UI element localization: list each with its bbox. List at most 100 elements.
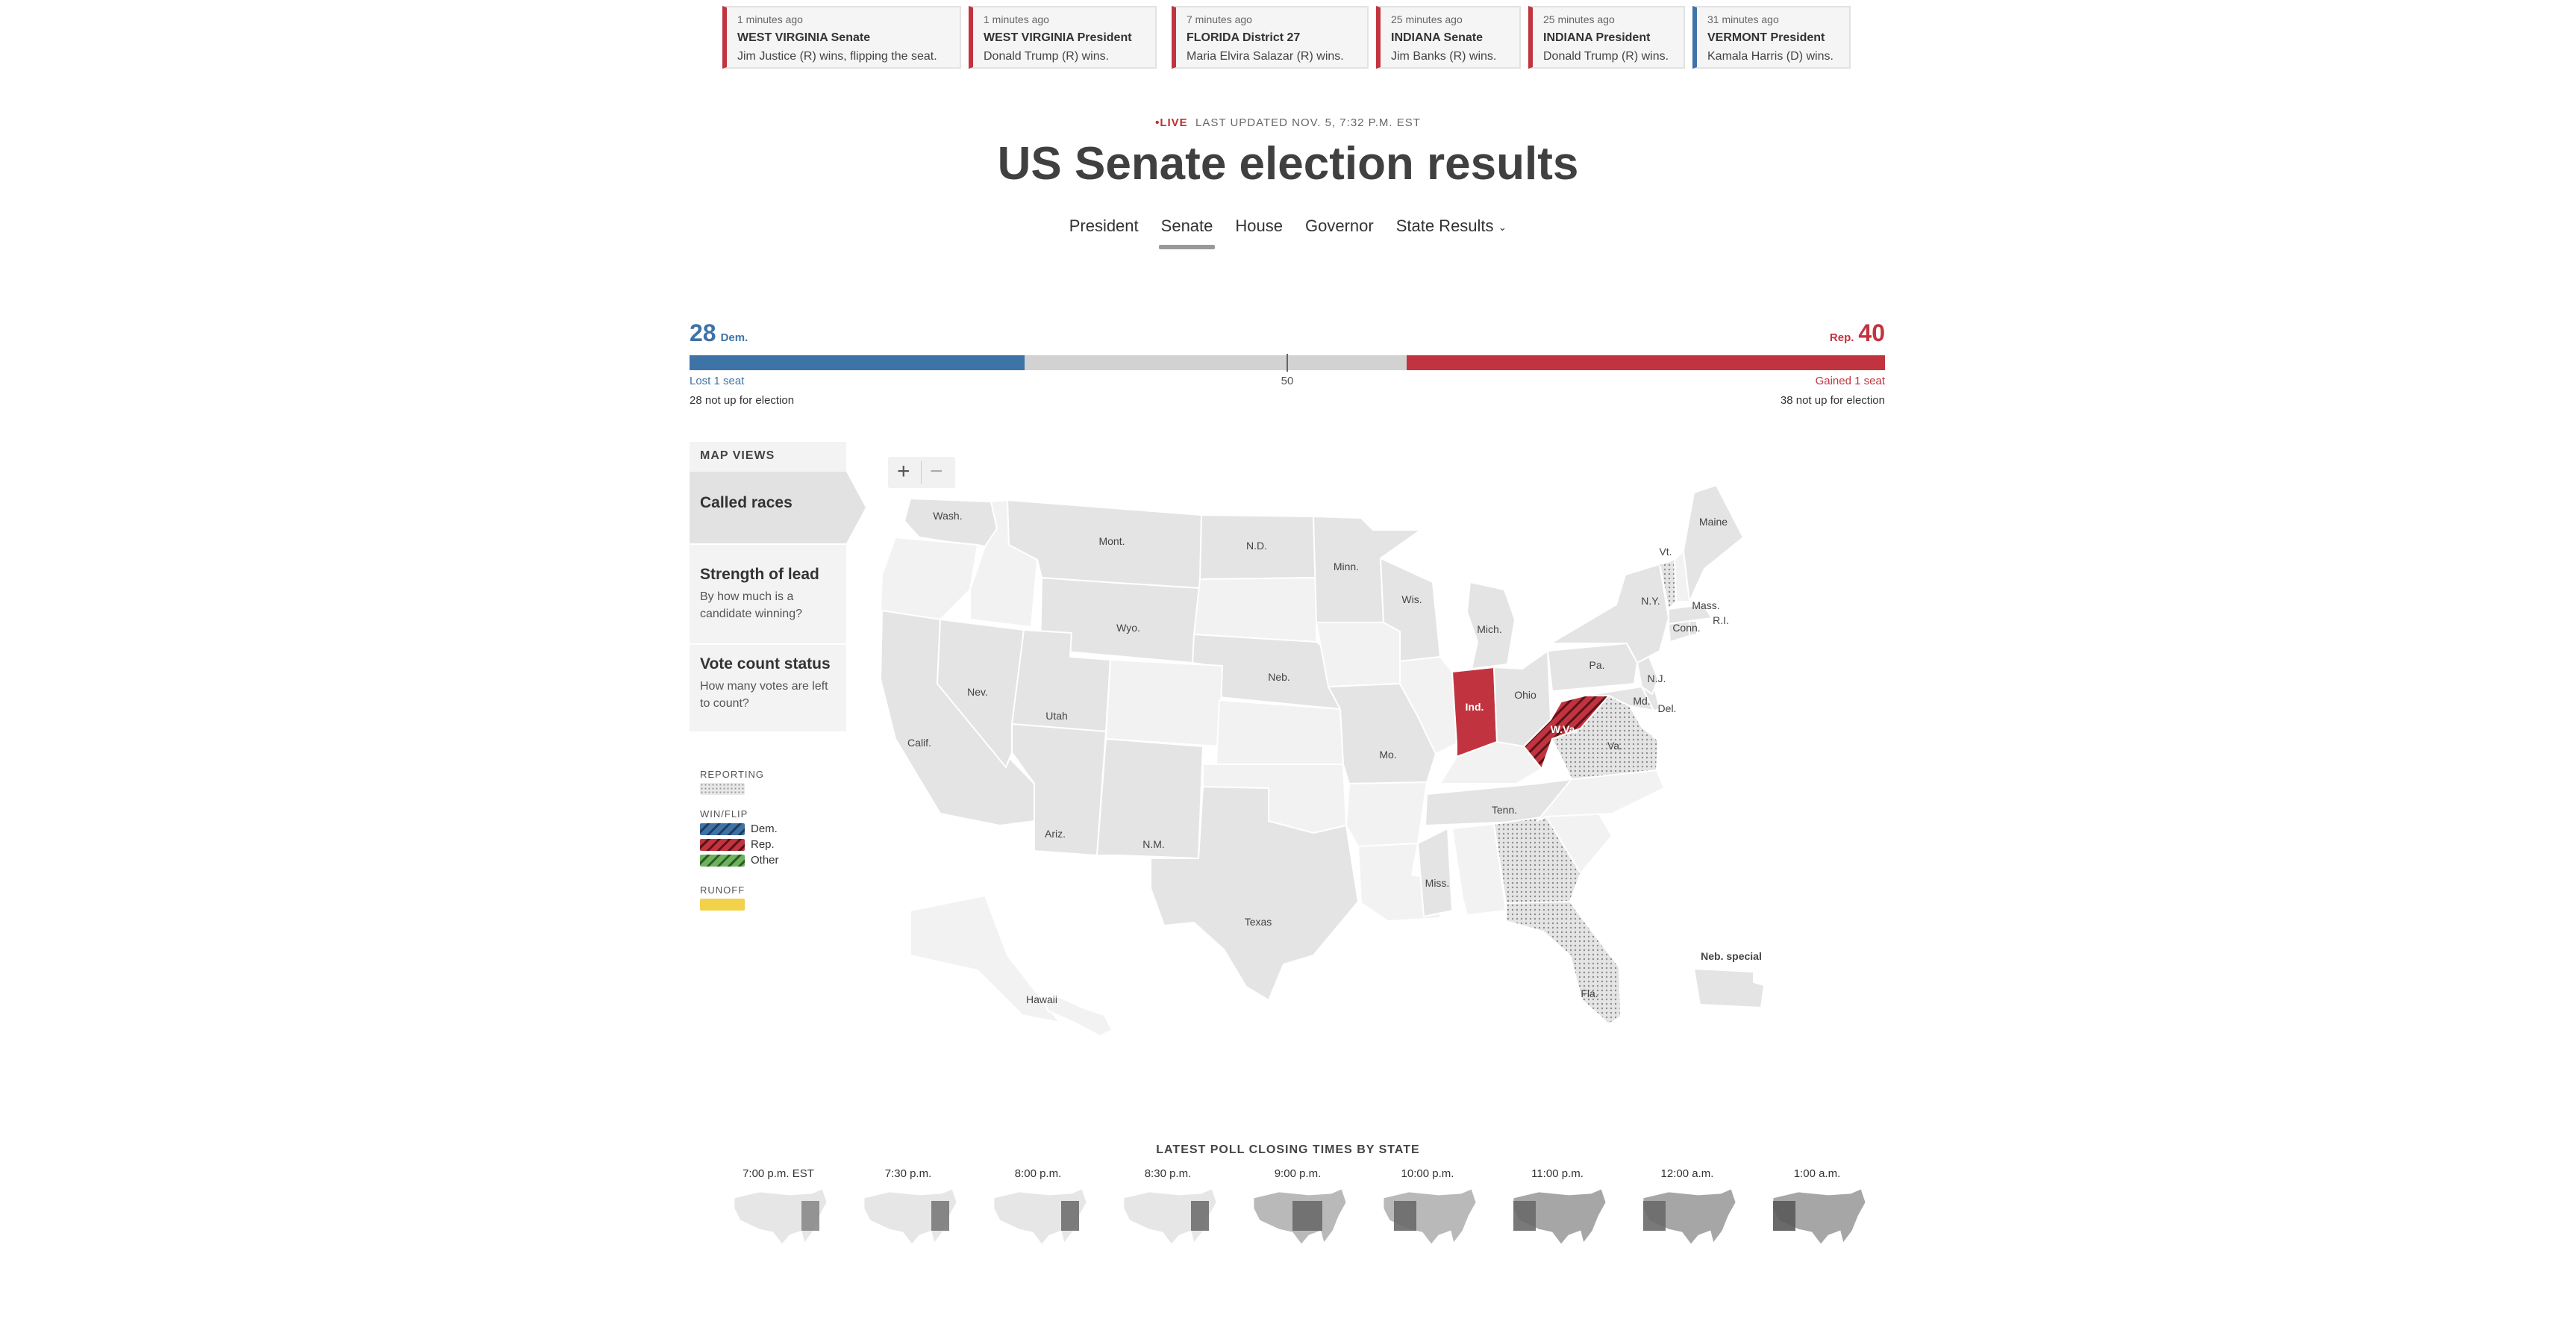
state-label-ne: Neb.: [1268, 671, 1290, 683]
tab-governor[interactable]: Governor: [1294, 216, 1385, 249]
ticker-time: 31 minutes ago: [1707, 13, 1779, 25]
state-ms[interactable]: [1417, 828, 1453, 917]
poll-time: 7:00 p.m. EST: [743, 1167, 814, 1180]
state-ia[interactable]: [1316, 622, 1401, 687]
state-label-md: Md.: [1633, 695, 1650, 707]
rep-not-up: 38 not up for election: [1780, 394, 1885, 407]
state-label-pa: Pa.: [1589, 659, 1604, 671]
poll-mini-map: [1642, 1188, 1736, 1245]
poll-closing-item[interactable]: 9:00 p.m.: [1242, 1167, 1354, 1252]
state-label-de: Del.: [1658, 702, 1677, 714]
poll-time: 11:00 p.m.: [1531, 1167, 1584, 1180]
legend-dem-label: Dem.: [751, 823, 778, 835]
poll-closing-item[interactable]: 1:00 a.m.: [1761, 1167, 1873, 1252]
view-title: Called races: [700, 494, 793, 511]
poll-mini-map: [734, 1188, 828, 1245]
dem-party-label: Dem.: [720, 331, 748, 344]
state-label-mo: Mo.: [1379, 749, 1396, 761]
divider: [921, 461, 922, 484]
ticker-title: VERMONT President: [1707, 31, 1825, 44]
view-title: Strength of lead: [700, 566, 819, 583]
tab-senate[interactable]: Senate: [1150, 216, 1225, 249]
state-nebsp[interactable]: [1693, 968, 1765, 1008]
state-label-wi: Wis.: [1401, 593, 1422, 605]
ticker-time: 7 minutes ago: [1187, 13, 1252, 25]
rep-swatch: [700, 838, 745, 851]
poll-mini-map: [1383, 1188, 1477, 1245]
map-legend: REPORTING WIN/FLIP Dem. Rep. Other RUNOF…: [700, 769, 834, 911]
reporting-swatch: [700, 783, 745, 795]
view-called-races[interactable]: Called races: [690, 472, 846, 543]
ticker-card[interactable]: 31 minutes ago VERMONT President Kamala Ha…: [1692, 6, 1851, 69]
legend-runoff-heading: RUNOFF: [700, 884, 745, 896]
poll-time: 1:00 a.m.: [1793, 1167, 1841, 1180]
state-label-ut: Utah: [1045, 710, 1068, 722]
majority-label: 50: [1281, 375, 1294, 387]
balance-of-power: 28 Dem. Rep. 40 50 Lost 1 seat Gained 1 se…: [690, 319, 1885, 416]
chevron-down-icon: ⌄: [1498, 220, 1507, 233]
poll-closing-item[interactable]: 7:30 p.m.: [852, 1167, 964, 1252]
us-senate-map[interactable]: Wash. Mont. N.D. Minn. Wis. Mich. Maine Vt. N.Y.…: [866, 433, 1925, 1090]
state-label-mt: Mont.: [1098, 535, 1125, 547]
ticker-card[interactable]: 25 minutes ago INDIANA President Donald Tr…: [1528, 6, 1685, 69]
map-views-panel: MAP VIEWS Called races Strength of lead …: [690, 442, 866, 731]
poll-closing-item[interactable]: 7:00 p.m. EST: [722, 1167, 834, 1252]
ticker-time: 25 minutes ago: [1391, 13, 1463, 25]
poll-time: 7:30 p.m.: [884, 1167, 932, 1180]
state-ks[interactable]: [1216, 699, 1344, 765]
poll-closing-item[interactable]: 8:30 p.m.: [1112, 1167, 1224, 1252]
map-views-heading: MAP VIEWS: [700, 449, 775, 462]
rep-seat-count: Rep. 40: [1830, 319, 1885, 347]
state-label-wa: Wash.: [933, 510, 962, 522]
last-updated: LAST UPDATED NOV. 5, 7:32 P.M. EST: [1195, 116, 1421, 129]
ticker-desc: Donald Trump (R) wins.: [984, 50, 1110, 63]
ticker-time: 25 minutes ago: [1543, 13, 1615, 25]
poll-time: 8:30 p.m.: [1144, 1167, 1192, 1180]
ticker-desc: Jim Justice (R) wins, flipping the seat.: [737, 50, 937, 63]
state-label-ca: Calif.: [907, 737, 931, 749]
state-sd[interactable]: [1193, 577, 1317, 643]
poll-closing-item[interactable]: 8:00 p.m.: [982, 1167, 1094, 1252]
poll-mini-map: [1772, 1188, 1866, 1245]
ticker-card[interactable]: 1 minutes ago WEST VIRGINIA Senate Jim Jus…: [722, 6, 961, 69]
ticker-time: 1 minutes ago: [737, 13, 803, 25]
state-ar[interactable]: [1345, 781, 1428, 847]
tab-house[interactable]: House: [1224, 216, 1294, 249]
ticker-title: INDIANA President: [1543, 31, 1651, 44]
state-label-nm: N.M.: [1142, 838, 1165, 850]
state-co[interactable]: [1105, 659, 1223, 747]
rep-seat-change: Gained 1 seat: [1815, 375, 1885, 387]
zoom-out-button[interactable]: −: [930, 460, 943, 484]
ticker-time: 1 minutes ago: [984, 13, 1049, 25]
state-label-mi: Mich.: [1477, 623, 1501, 635]
live-badge: •LIVE: [1155, 116, 1188, 129]
state-label-ri: R.I.: [1713, 614, 1729, 626]
ticker-card[interactable]: 1 minutes ago WEST VIRGINIA President Dona…: [969, 6, 1157, 69]
dem-not-up: 28 not up for election: [690, 394, 795, 407]
divider: [690, 643, 846, 645]
ticker-card[interactable]: 25 minutes ago INDIANA Senate Jim Banks (R…: [1376, 6, 1521, 69]
poll-closing-item[interactable]: 10:00 p.m.: [1372, 1167, 1484, 1252]
view-vote-count-status[interactable]: Vote count status How many votes are lef…: [690, 655, 846, 712]
poll-closing-item[interactable]: 11:00 p.m.: [1501, 1167, 1613, 1252]
state-me[interactable]: [1683, 484, 1744, 602]
poll-closing-item[interactable]: 12:00 a.m.: [1631, 1167, 1743, 1252]
zoom-in-button[interactable]: +: [897, 460, 910, 484]
ticker-desc: Donald Trump (R) wins.: [1543, 50, 1669, 63]
poll-mini-map: [1513, 1188, 1607, 1245]
state-label-ny: N.Y.: [1641, 595, 1660, 607]
tab-state-results[interactable]: State Results ⌄: [1385, 216, 1519, 249]
poll-mini-map: [863, 1188, 957, 1245]
tab-president[interactable]: President: [1058, 216, 1150, 249]
state-or[interactable]: [880, 537, 978, 620]
divider: [690, 543, 846, 545]
rep-seats: 40: [1858, 319, 1885, 346]
ticker-card[interactable]: 7 minutes ago FLORIDA District 27 Maria El…: [1172, 6, 1369, 69]
poll-mini-map: [1253, 1188, 1347, 1245]
legend-winflip-heading: WIN/FLIP: [700, 808, 748, 820]
state-label-fl: Fla.: [1581, 987, 1598, 999]
view-strength-of-lead[interactable]: Strength of lead By how much is a candid…: [690, 566, 846, 622]
map-zoom-controls: + −: [888, 457, 955, 488]
state-label-ma: Mass.: [1692, 599, 1719, 611]
state-fl[interactable]: [1505, 901, 1622, 1025]
